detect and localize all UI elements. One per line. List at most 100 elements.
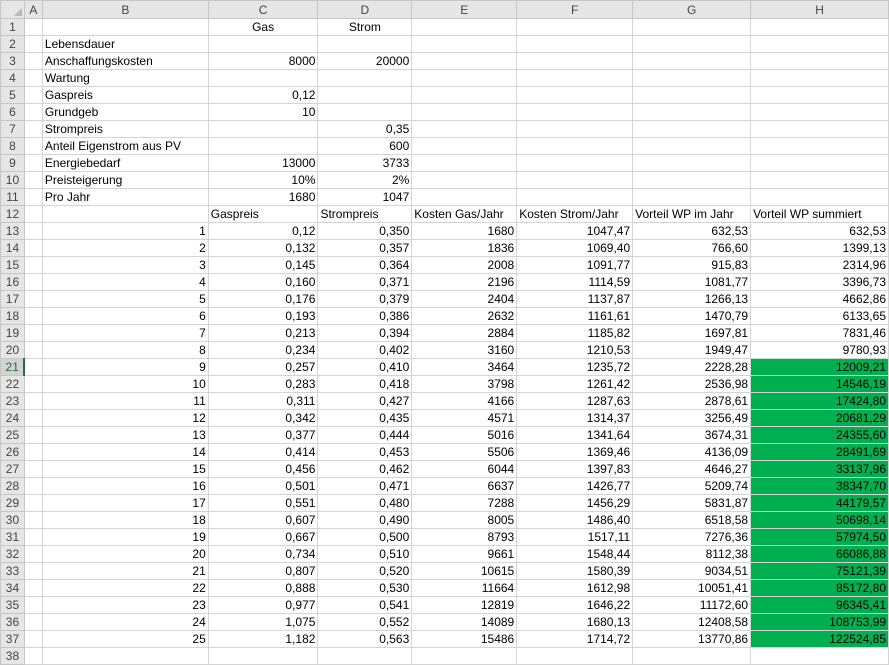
cell-c10[interactable]: 10% xyxy=(207,171,319,189)
cell-a12[interactable] xyxy=(23,205,43,223)
cell-c21[interactable]: 0,257 xyxy=(207,358,319,376)
cell-b9[interactable]: Energiebedarf xyxy=(41,154,209,172)
cell-f14[interactable]: 1069,40 xyxy=(516,239,634,257)
cell-d22[interactable]: 0,418 xyxy=(317,375,413,393)
cell-h24[interactable]: 20681,29 xyxy=(750,409,889,427)
cell-e8[interactable] xyxy=(411,137,518,155)
cell-e5[interactable] xyxy=(411,86,518,104)
cell-c11[interactable]: 1680 xyxy=(207,188,319,206)
cell-b15[interactable]: 3 xyxy=(41,256,209,274)
cell-e23[interactable]: 4166 xyxy=(411,392,518,410)
cell-g38[interactable] xyxy=(632,647,752,665)
cell-f31[interactable]: 1517,11 xyxy=(516,528,634,546)
row-header-2[interactable]: 2 xyxy=(0,35,25,53)
cell-f15[interactable]: 1091,77 xyxy=(516,256,634,274)
cell-d16[interactable]: 0,371 xyxy=(317,273,413,291)
cell-b13[interactable]: 1 xyxy=(41,222,209,240)
cell-e10[interactable] xyxy=(411,171,518,189)
cell-e2[interactable] xyxy=(411,35,518,53)
cell-h30[interactable]: 50698,14 xyxy=(750,511,889,529)
cell-a21[interactable] xyxy=(23,358,43,376)
column-header-b[interactable]: B xyxy=(41,0,209,19)
cell-c9[interactable]: 13000 xyxy=(207,154,319,172)
cell-a15[interactable] xyxy=(23,256,43,274)
cell-c29[interactable]: 0,551 xyxy=(207,494,319,512)
row-header-33[interactable]: 33 xyxy=(0,562,25,580)
cell-g8[interactable] xyxy=(632,137,752,155)
cell-h31[interactable]: 57974,50 xyxy=(750,528,889,546)
cell-e22[interactable]: 3798 xyxy=(411,375,518,393)
cell-c14[interactable]: 0,132 xyxy=(207,239,319,257)
worksheet-table[interactable]: A B C D E F G H 1 Gas Strom 2 Lebensdauer 3 Anschaffun… xyxy=(0,0,889,665)
cell-b12[interactable] xyxy=(41,205,209,223)
cell-g28[interactable]: 5209,74 xyxy=(632,477,752,495)
cell-e14[interactable]: 1836 xyxy=(411,239,518,257)
cell-f16[interactable]: 1114,59 xyxy=(516,273,634,291)
cell-c3[interactable]: 8000 xyxy=(207,52,319,70)
cell-e21[interactable]: 3464 xyxy=(411,358,518,376)
cell-h4[interactable] xyxy=(750,69,889,87)
cell-d12[interactable]: Strompreis xyxy=(317,205,413,223)
cell-e3[interactable] xyxy=(411,52,518,70)
cell-e25[interactable]: 5016 xyxy=(411,426,518,444)
select-all-corner[interactable] xyxy=(0,0,25,19)
cell-b36[interactable]: 24 xyxy=(41,613,209,631)
cell-f2[interactable] xyxy=(516,35,634,53)
cell-a10[interactable] xyxy=(23,171,43,189)
cell-c20[interactable]: 0,234 xyxy=(207,341,319,359)
cell-h23[interactable]: 17424,80 xyxy=(750,392,889,410)
cell-a30[interactable] xyxy=(23,511,43,529)
cell-b8[interactable]: Anteil Eigenstrom aus PV xyxy=(41,137,209,155)
cell-f17[interactable]: 1137,87 xyxy=(516,290,634,308)
column-header-h[interactable]: H xyxy=(750,0,889,19)
cell-a7[interactable] xyxy=(23,120,43,138)
cell-b23[interactable]: 11 xyxy=(41,392,209,410)
cell-h29[interactable]: 44179,57 xyxy=(750,494,889,512)
cell-a14[interactable] xyxy=(23,239,43,257)
cell-f36[interactable]: 1680,13 xyxy=(516,613,634,631)
column-header-c[interactable]: C xyxy=(207,0,319,19)
cell-b37[interactable]: 25 xyxy=(41,630,209,648)
cell-h14[interactable]: 1399,13 xyxy=(750,239,889,257)
cell-g31[interactable]: 7276,36 xyxy=(632,528,752,546)
row-header-3[interactable]: 3 xyxy=(0,52,25,70)
cell-e4[interactable] xyxy=(411,69,518,87)
cell-c13[interactable]: 0,12 xyxy=(207,222,319,240)
cell-c28[interactable]: 0,501 xyxy=(207,477,319,495)
cell-d28[interactable]: 0,471 xyxy=(317,477,413,495)
cell-e20[interactable]: 3160 xyxy=(411,341,518,359)
cell-d17[interactable]: 0,379 xyxy=(317,290,413,308)
cell-b20[interactable]: 8 xyxy=(41,341,209,359)
cell-a6[interactable] xyxy=(23,103,43,121)
cell-d26[interactable]: 0,453 xyxy=(317,443,413,461)
cell-c36[interactable]: 1,075 xyxy=(207,613,319,631)
cell-a17[interactable] xyxy=(23,290,43,308)
cell-e17[interactable]: 2404 xyxy=(411,290,518,308)
cell-b35[interactable]: 23 xyxy=(41,596,209,614)
cell-d1[interactable]: Strom xyxy=(317,18,413,36)
cell-f9[interactable] xyxy=(516,154,634,172)
cell-f13[interactable]: 1047,47 xyxy=(516,222,634,240)
cell-b31[interactable]: 19 xyxy=(41,528,209,546)
cell-c8[interactable] xyxy=(207,137,319,155)
cell-b30[interactable]: 18 xyxy=(41,511,209,529)
column-header-g[interactable]: G xyxy=(632,0,752,19)
cell-b26[interactable]: 14 xyxy=(41,443,209,461)
cell-f27[interactable]: 1397,83 xyxy=(516,460,634,478)
cell-b6[interactable]: Grundgeb xyxy=(41,103,209,121)
cell-c33[interactable]: 0,807 xyxy=(207,562,319,580)
cell-a27[interactable] xyxy=(23,460,43,478)
row-header-24[interactable]: 24 xyxy=(0,409,25,427)
cell-g33[interactable]: 9034,51 xyxy=(632,562,752,580)
row-header-21[interactable]: 21 xyxy=(0,358,26,376)
cell-e18[interactable]: 2632 xyxy=(411,307,518,325)
cell-f35[interactable]: 1646,22 xyxy=(516,596,634,614)
cell-g26[interactable]: 4136,09 xyxy=(632,443,752,461)
cell-a18[interactable] xyxy=(23,307,43,325)
cell-a11[interactable] xyxy=(23,188,43,206)
row-header-22[interactable]: 22 xyxy=(0,375,25,393)
cell-d24[interactable]: 0,435 xyxy=(317,409,413,427)
cell-g14[interactable]: 766,60 xyxy=(632,239,752,257)
cell-c7[interactable] xyxy=(207,120,319,138)
cell-h8[interactable] xyxy=(750,137,889,155)
